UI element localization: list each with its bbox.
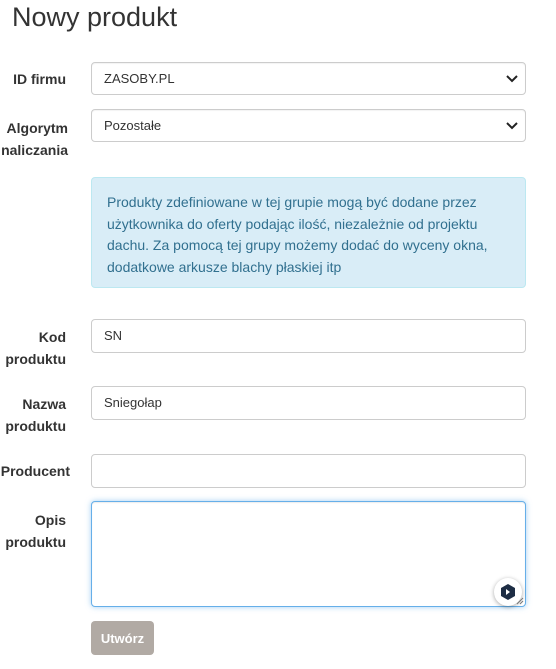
resize-grip-icon[interactable] <box>514 595 524 605</box>
algorytm-label-line2: naliczania <box>1 142 68 158</box>
opis-produktu-textarea[interactable] <box>91 501 526 607</box>
chevron-down-icon <box>506 122 518 130</box>
nazwa-label-line2: produktu <box>5 418 66 434</box>
nazwa-produktu-input[interactable]: Sniegołap <box>91 386 526 420</box>
algorytm-label: Algorytm naliczania <box>0 117 68 161</box>
opis-label: Opis produktu <box>0 509 66 553</box>
id-firmu-label: ID firmu <box>13 71 66 87</box>
nazwa-label: Nazwa produktu <box>0 393 66 437</box>
opis-label-line2: produktu <box>5 534 66 550</box>
algorytm-value: Pozostałe <box>104 118 162 133</box>
nazwa-label-line1: Nazwa <box>22 396 66 412</box>
create-button[interactable]: Utwórz <box>91 621 154 655</box>
id-firmu-value: ZASOBY.PL <box>104 71 175 86</box>
kod-produktu-input[interactable]: SN <box>91 319 526 353</box>
kod-label-line2: produktu <box>5 351 66 367</box>
kod-label: Kod produktu <box>0 326 66 370</box>
algorytm-select[interactable]: Pozostałe <box>91 109 526 142</box>
producent-input[interactable] <box>91 454 526 488</box>
opis-label-line1: Opis <box>34 512 66 528</box>
chevron-down-icon <box>506 75 518 83</box>
id-firmu-select[interactable]: ZASOBY.PL <box>91 62 526 95</box>
producent-label: Producent <box>0 463 70 479</box>
info-alert: Produkty zdefiniowane w tej grupie mogą … <box>91 177 526 288</box>
page-title: Nowy produkt <box>12 2 178 32</box>
algorytm-label-line1: Algorytm <box>6 120 68 136</box>
kod-label-line1: Kod <box>38 329 66 345</box>
